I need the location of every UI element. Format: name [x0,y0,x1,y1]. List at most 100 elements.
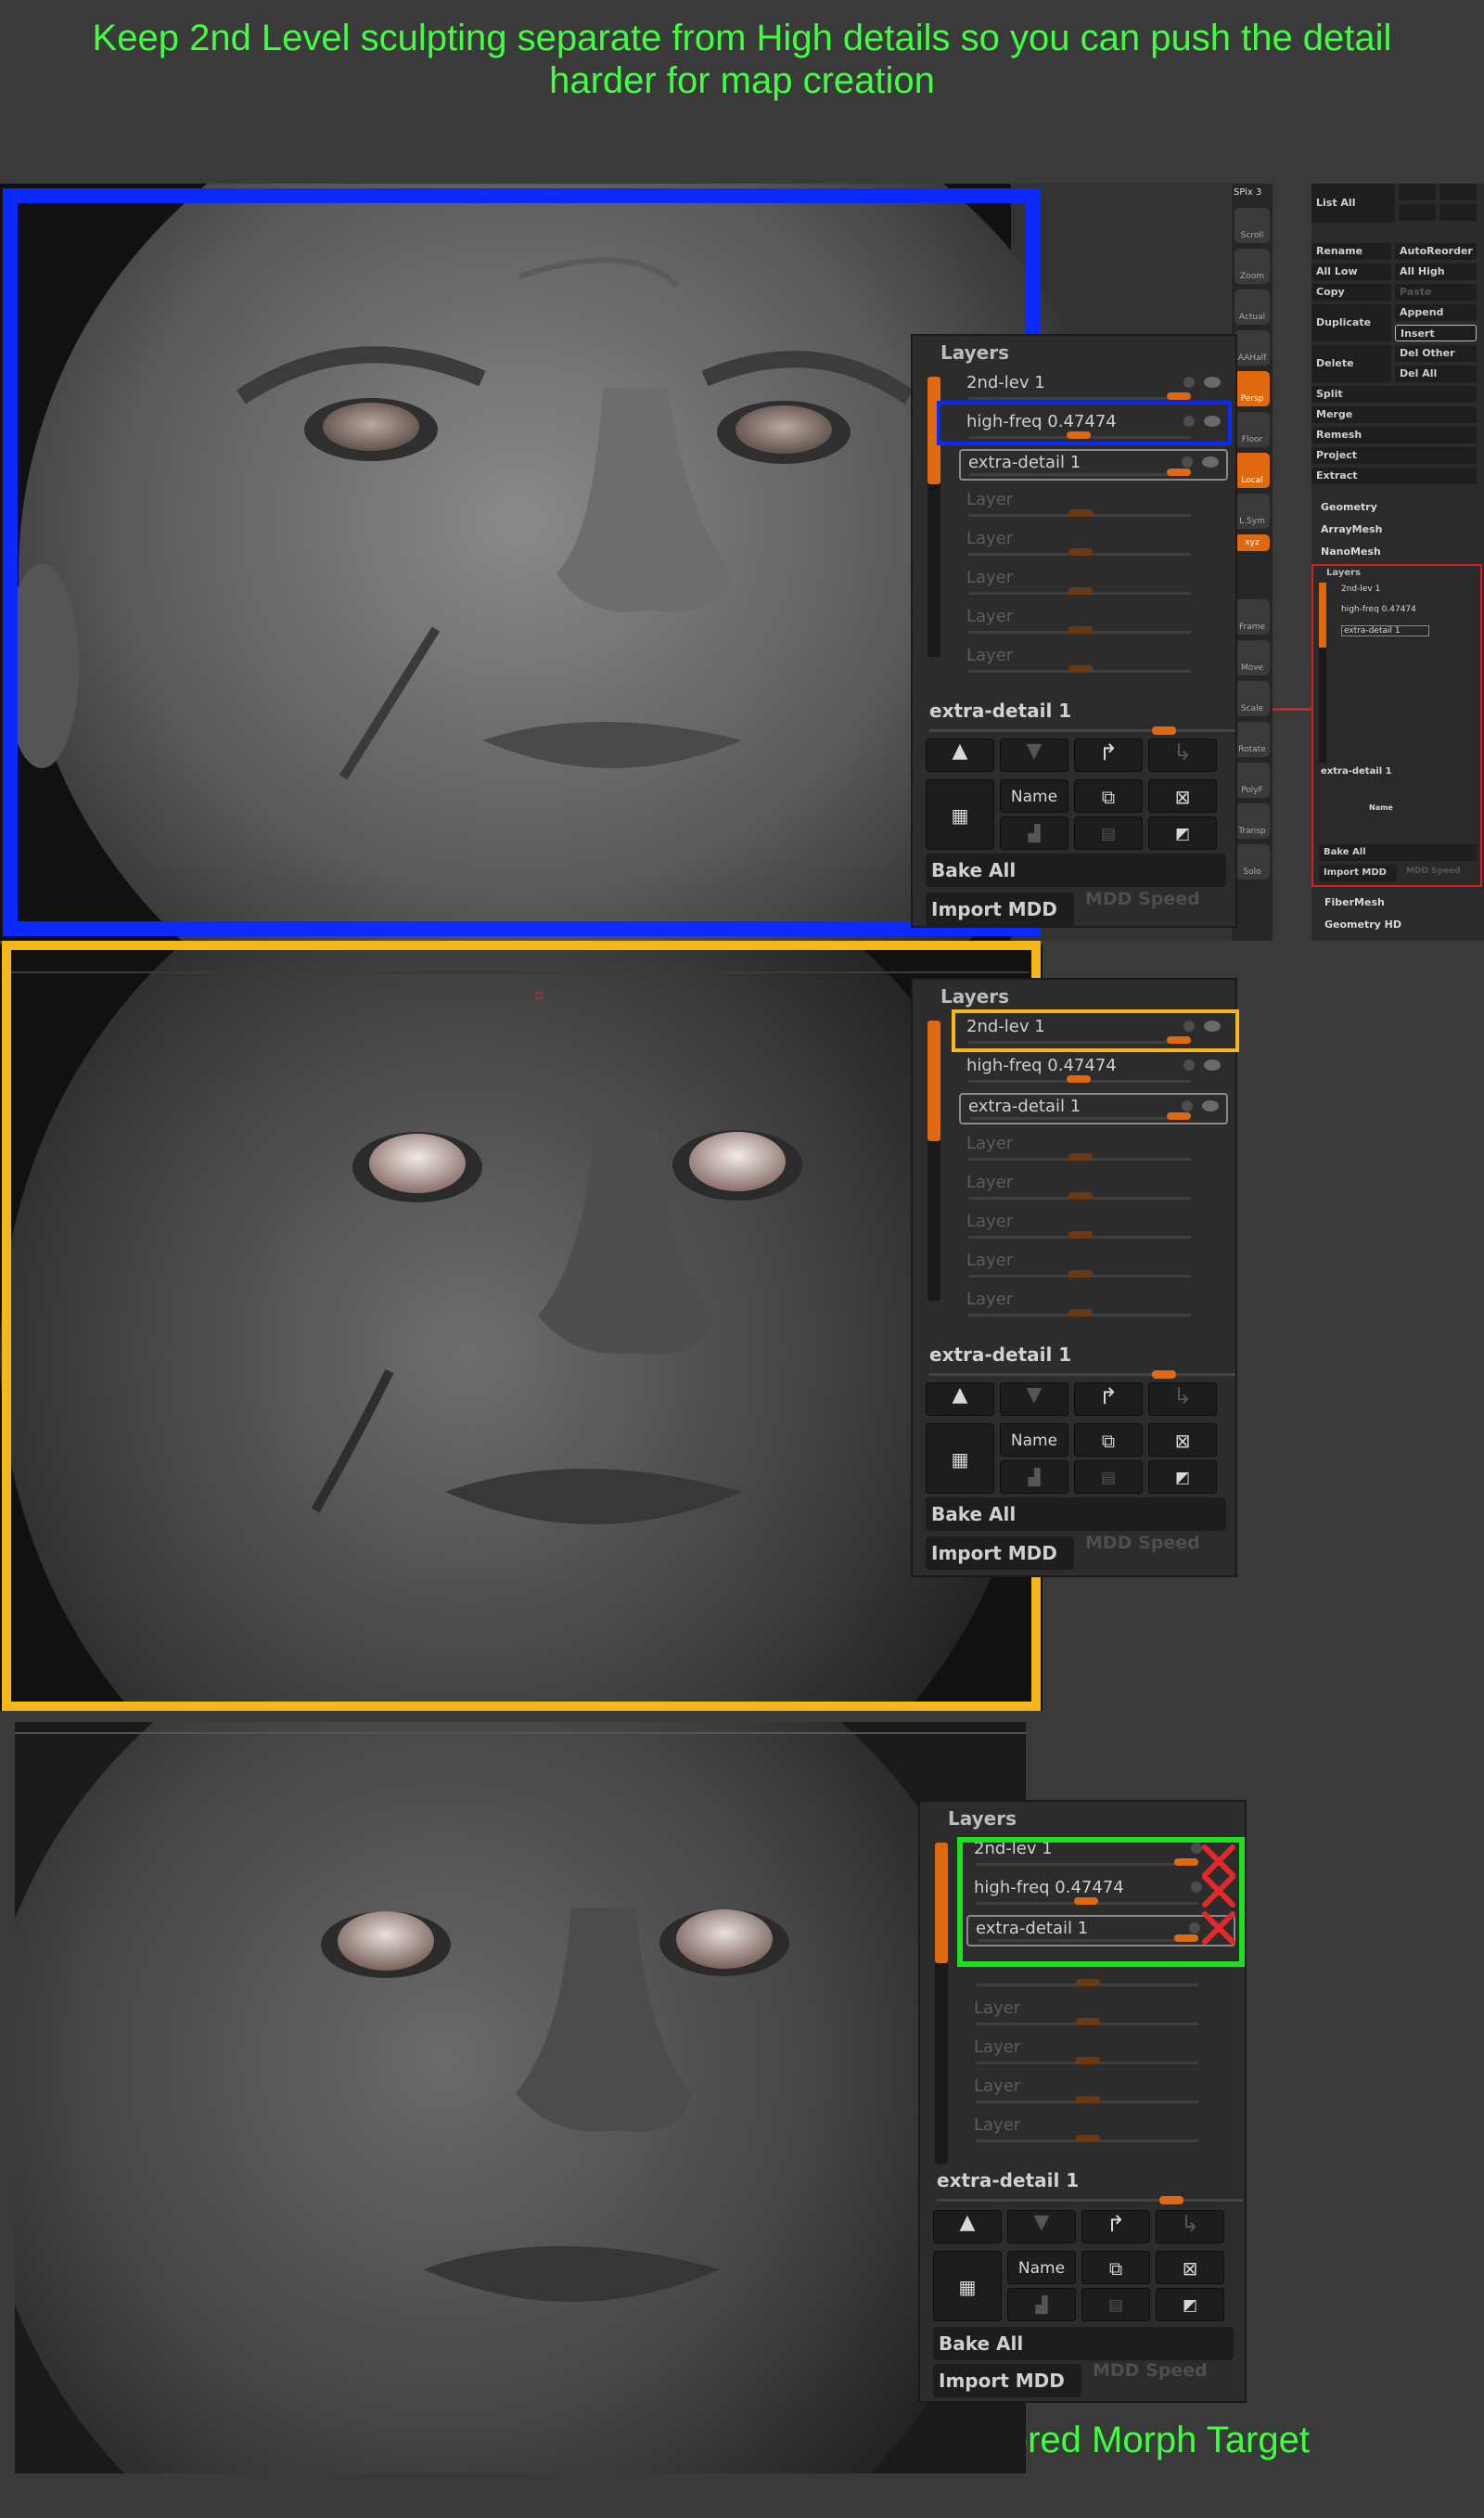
arrow-right-down-button[interactable] [1439,204,1477,221]
solo-button[interactable]: Solo [1235,844,1270,880]
layer-row-2nd-lev[interactable]: 2nd-lev 1 [959,1015,1228,1047]
new-layer-button[interactable]: ▦ [926,1423,994,1494]
layer-slider-knob[interactable] [1167,1112,1191,1120]
export-layer-button[interactable]: ◩ [1148,816,1217,850]
copy-button[interactable]: Copy [1311,284,1391,301]
all-high-button[interactable]: All High [1395,263,1477,280]
delete-button[interactable]: Delete [1311,345,1391,382]
split-arrow-button[interactable]: ↳ [1156,2210,1224,2243]
empty-layer-row[interactable]: Layer [959,605,1228,636]
viewport-section-2[interactable] [0,944,1043,1711]
transp-button[interactable]: Transp [1235,803,1270,839]
empty-layer-row[interactable]: Layer [959,566,1228,597]
layer-row-2nd-lev[interactable]: 2nd-lev 1 [959,371,1228,403]
insert-button[interactable]: Insert [1395,325,1477,341]
empty-layer-row[interactable]: Layer [959,1210,1228,1241]
bake-all-button[interactable]: Bake All [926,854,1226,887]
extract-button[interactable]: Extract [1311,468,1477,484]
duplicate-layer-button[interactable]: ⧉ [1074,1423,1143,1457]
name-button[interactable]: Name [1007,2251,1076,2284]
arrow-up-button[interactable] [1399,184,1436,200]
move-down-button[interactable]: ▼ [1000,739,1068,772]
empty-layer-row[interactable]: Layer [959,644,1228,675]
export-layer-button[interactable]: ◩ [1148,1460,1217,1494]
mini-layer-2[interactable]: high-freq 0.47474 [1341,605,1416,614]
import-mdd-button[interactable]: Import MDD [926,1536,1074,1570]
polyf-button[interactable]: PolyF [1235,763,1270,798]
merge-down-button[interactable]: ▟ [1000,816,1068,850]
fibermesh-menu[interactable]: FiberMesh [1324,896,1385,908]
local-button[interactable]: Local [1235,453,1270,488]
fill-layer-button[interactable]: ▤ [1074,816,1143,850]
eye-icon[interactable] [1202,1100,1219,1111]
name-button[interactable]: Name [1000,1423,1068,1457]
arrow-down-button[interactable] [1439,184,1477,200]
autoreorder-button[interactable]: AutoReorder [1395,243,1477,260]
empty-layer-row[interactable]: Layer [966,2036,1235,2067]
mdd-speed-slider[interactable]: MDD Speed [1085,889,1200,909]
eye-icon[interactable] [1204,416,1221,427]
move-down-button[interactable]: ▼ [1000,1382,1068,1416]
layer-row-high-freq[interactable]: high-freq 0.47474 [966,1876,1235,1908]
empty-layer-row[interactable]: Layer [959,1249,1228,1280]
arraymesh-menu[interactable]: ArrayMesh [1321,523,1382,535]
redo-arrow-button[interactable]: ↱ [1074,1382,1143,1416]
project-button[interactable]: Project [1311,447,1477,464]
layer-slider-knob[interactable] [1167,469,1191,476]
record-icon[interactable] [1183,1060,1195,1071]
split-button[interactable]: Split [1311,386,1477,403]
move-down-button[interactable]: ▼ [1007,2210,1076,2243]
geometry-hd-menu[interactable]: Geometry HD [1324,919,1401,931]
zoom-button[interactable]: Zoom [1235,249,1270,284]
merge-down-button[interactable]: ▟ [1007,2288,1076,2321]
move-button[interactable]: Move [1235,640,1270,675]
mini-layer-3[interactable]: extra-detail 1 [1341,625,1429,636]
bake-all-button[interactable]: Bake All [926,1497,1226,1531]
scale-button[interactable]: Scale [1235,681,1270,716]
eye-icon[interactable] [1204,1021,1221,1032]
split-arrow-button[interactable]: ↳ [1148,1382,1217,1416]
redo-arrow-button[interactable]: ↱ [1074,739,1143,772]
redo-arrow-button[interactable]: ↱ [1081,2210,1150,2243]
layer-row-2nd-lev[interactable]: 2nd-lev 1 [966,1837,1235,1869]
empty-layer-row[interactable] [966,1958,1235,1989]
layer-slider-knob[interactable] [1067,431,1091,439]
geometry-menu[interactable]: Geometry [1321,501,1377,513]
layer-slider-knob[interactable] [1074,1897,1098,1905]
lsym-button[interactable]: L.Sym [1235,494,1270,529]
selected-layer-slider[interactable] [937,2196,1243,2204]
eye-icon[interactable] [1204,1060,1221,1071]
delete-layer-button[interactable]: ⊠ [1156,2251,1224,2284]
actual-button[interactable]: Actual [1235,289,1270,325]
record-icon[interactable] [1189,1922,1200,1933]
record-icon[interactable] [1182,1100,1193,1111]
layer-row-extra-detail[interactable]: extra-detail 1 [966,1915,1235,1946]
layer-row-high-freq[interactable]: high-freq 0.47474 [959,1054,1228,1086]
duplicate-layer-button[interactable]: ⧉ [1074,779,1143,813]
layer-slider-knob[interactable] [1067,1075,1091,1083]
move-up-button[interactable]: ▲ [926,1382,994,1416]
persp-button[interactable]: Persp [1235,371,1270,406]
arrow-right-button[interactable] [1399,204,1436,221]
frame-button[interactable]: Frame [1235,599,1270,635]
delete-layer-button[interactable]: ⊠ [1148,1423,1217,1457]
merge-down-button[interactable]: ▟ [1000,1460,1068,1494]
layers-scroll-strip[interactable] [935,1843,948,2164]
layer-slider-knob[interactable] [1174,1934,1198,1942]
layer-slider-knob[interactable] [1167,392,1191,400]
empty-layer-row[interactable]: Layer [959,488,1228,520]
append-button[interactable]: Append [1395,304,1477,321]
layers-scroll-strip[interactable] [928,1021,940,1301]
layer-slider-knob[interactable] [1167,1036,1191,1044]
nanomesh-menu[interactable]: NanoMesh [1321,546,1381,558]
duplicate-button[interactable]: Duplicate [1311,304,1391,341]
rotate-button[interactable]: Rotate [1235,722,1270,757]
empty-layer-row[interactable]: Layer [959,1288,1228,1319]
fill-layer-button[interactable]: ▤ [1081,2288,1150,2321]
import-mdd-button[interactable]: Import MDD [933,2364,1081,2397]
viewport-section-3[interactable] [15,1722,1026,2473]
record-icon[interactable] [1183,416,1195,427]
export-layer-button[interactable]: ◩ [1156,2288,1224,2321]
mini-bake-all-button[interactable]: Bake All [1319,844,1477,861]
fill-layer-button[interactable]: ▤ [1074,1460,1143,1494]
